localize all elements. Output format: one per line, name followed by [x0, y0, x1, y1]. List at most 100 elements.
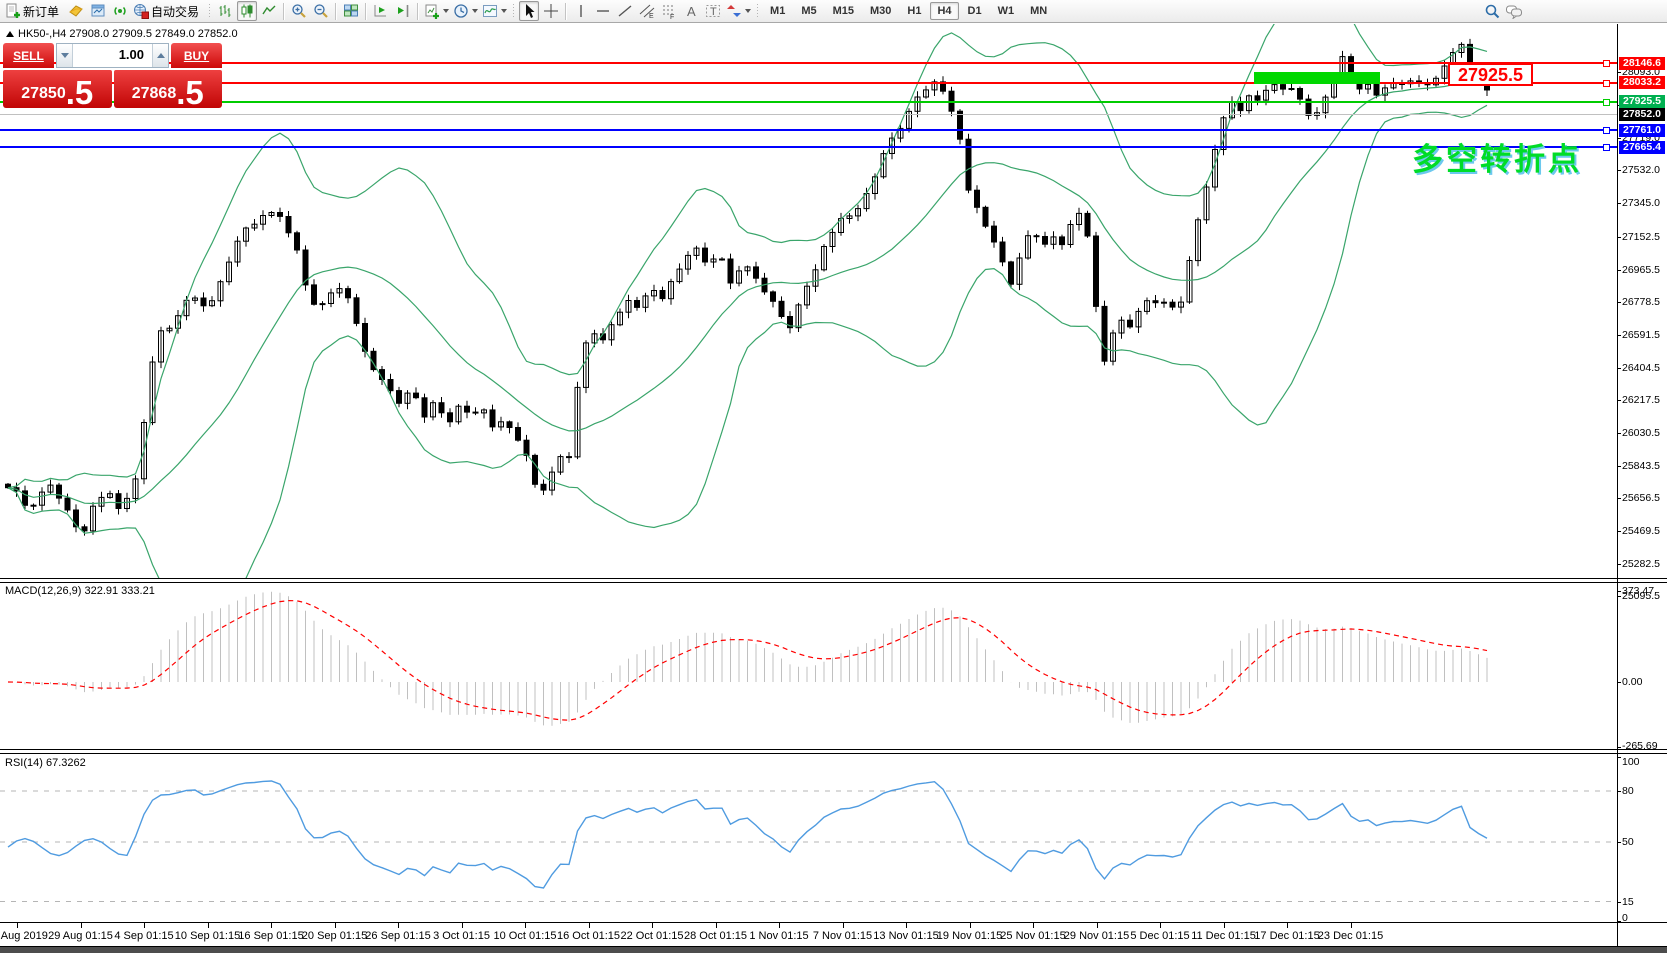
timeframe-m1[interactable]: M1 [763, 2, 792, 20]
line-chart-icon [262, 5, 276, 15]
price-label-box: 27925.5 [1448, 63, 1533, 86]
panel-separator[interactable] [0, 749, 1667, 750]
indicators-icon [483, 5, 498, 17]
time-axis-tick [715, 923, 717, 928]
macd-plot[interactable] [0, 583, 1617, 748]
timeframe-mn[interactable]: MN [1023, 2, 1054, 20]
sell-button[interactable]: 27850.5 [3, 70, 112, 109]
time-axis-label: 10 Sep 01:15 [174, 930, 241, 942]
buy-tab[interactable]: BUY [171, 43, 222, 68]
time-axis-label: 25 Nov 01:15 [1000, 930, 1066, 942]
time-axis-tick [1223, 923, 1225, 928]
timeframe-h4[interactable]: H4 [930, 2, 959, 20]
time-axis-tick [17, 923, 18, 928]
profiles-button[interactable] [452, 1, 479, 21]
time-axis-label: 23 Aug 2019 [0, 930, 48, 942]
zoom-in-button[interactable] [289, 1, 309, 21]
volume-decrease-button[interactable] [57, 44, 73, 67]
chart-candles-button[interactable] [237, 1, 258, 21]
time-axis-tick [1350, 923, 1352, 928]
chart-shift-icon [398, 5, 409, 17]
timeframe-m15[interactable]: M15 [826, 2, 861, 20]
price-axis-label: 27345.0 [1622, 197, 1660, 210]
macd-axis-label: 373.47 [1622, 585, 1655, 597]
panel-separator[interactable] [0, 753, 1667, 754]
timeframe-w1[interactable]: W1 [991, 2, 1022, 20]
time-axis-tick [906, 923, 907, 928]
data-window-button[interactable] [88, 1, 108, 21]
cursor-icon [526, 4, 535, 18]
market-watch-icon [69, 5, 83, 17]
chart-line-button[interactable] [259, 1, 279, 21]
zoom-out-button[interactable] [311, 1, 331, 21]
macd-label: MACD(12,26,9) 322.91 333.21 [5, 585, 155, 597]
trendline-button[interactable] [615, 1, 635, 21]
text-button[interactable]: A [681, 1, 701, 21]
horizontal-line-button[interactable] [593, 1, 613, 21]
vertical-line-button[interactable] [571, 1, 591, 21]
timeframe-d1[interactable]: D1 [961, 2, 989, 20]
volume-input[interactable]: 1.00 [73, 44, 152, 67]
signals-button[interactable] [110, 1, 130, 21]
timeframe-m5[interactable]: M5 [794, 2, 823, 20]
bar-chart-icon [219, 5, 231, 17]
market-watch-button[interactable] [66, 1, 86, 21]
rsi-plot[interactable] [0, 754, 1617, 922]
svg-text:T: T [710, 6, 717, 18]
cursor-button[interactable] [519, 1, 540, 21]
main-chart-plot[interactable] [0, 24, 1617, 578]
timeframe-h1[interactable]: H1 [900, 2, 928, 20]
price-axis-label: 26778.5 [1622, 296, 1660, 309]
panel-border [0, 922, 1667, 923]
toolbar-separator [365, 2, 368, 20]
text-icon: A [687, 4, 696, 19]
svg-text:A: A [687, 4, 696, 19]
chart-shift-button[interactable] [393, 1, 413, 21]
indicators-button[interactable] [481, 1, 508, 21]
chart-bars-button[interactable] [215, 1, 235, 21]
tile-windows-button[interactable] [341, 1, 361, 21]
time-axis-label: 1 Nov 01:15 [749, 930, 809, 942]
price-axis-line [1617, 24, 1618, 946]
fibonacci-button[interactable]: F [659, 1, 679, 21]
price-axis-label: 27532.0 [1622, 164, 1660, 177]
price-axis-label: 26965.5 [1622, 263, 1660, 276]
new-chart-button[interactable] [423, 1, 450, 21]
search-button[interactable] [1482, 1, 1502, 21]
sell-tab[interactable]: SELL [3, 43, 54, 68]
crosshair-button[interactable] [541, 1, 561, 21]
one-click-toggle-icon[interactable] [6, 31, 14, 37]
new-order-icon [6, 3, 20, 18]
chevron-down-icon [60, 53, 69, 58]
time-axis-label: 10 Oct 01:15 [493, 930, 557, 942]
rsi-axis-label: 100 [1622, 756, 1640, 768]
time-axis-tick [144, 923, 145, 928]
auto-scroll-button[interactable] [371, 1, 391, 21]
level-end-marker [1603, 60, 1610, 67]
panel-separator[interactable] [0, 582, 1667, 583]
panel-separator[interactable] [0, 578, 1667, 579]
timeframe-m30[interactable]: M30 [863, 2, 898, 20]
toolbar-grip [756, 3, 760, 19]
macd-axis-label: 0.00 [1622, 676, 1643, 688]
time-axis-label: 16 Sep 01:15 [238, 930, 304, 942]
window-bottom-edge [0, 947, 1667, 953]
data-window-icon [91, 4, 105, 17]
time-axis-label: 22 Oct 01:15 [620, 930, 684, 942]
time-axis-label: 5 Dec 01:15 [1130, 930, 1190, 942]
time-axis-tick [1287, 923, 1288, 928]
text-label-button[interactable]: T [703, 1, 723, 21]
buy-button[interactable]: 27868.5 [113, 70, 222, 109]
one-click-trade-panel: SELL 1.00 BUY 27850.5 27868.5 [3, 43, 222, 109]
price-axis-label: 25282.5 [1622, 557, 1660, 570]
channel-button[interactable]: E [637, 1, 657, 21]
rsi-label: RSI(14) 67.3262 [5, 757, 86, 769]
auto-trading-button[interactable]: 自动交易 [132, 1, 204, 21]
arrows-button[interactable] [725, 1, 752, 21]
volume-increase-button[interactable] [152, 44, 168, 67]
price-badge: 27852.0 [1619, 108, 1665, 121]
new-order-button[interactable]: 新订单 [4, 1, 64, 21]
price-axis-label: 26217.5 [1622, 394, 1660, 407]
arrows-icon [727, 5, 742, 17]
chat-button[interactable] [1504, 1, 1524, 21]
